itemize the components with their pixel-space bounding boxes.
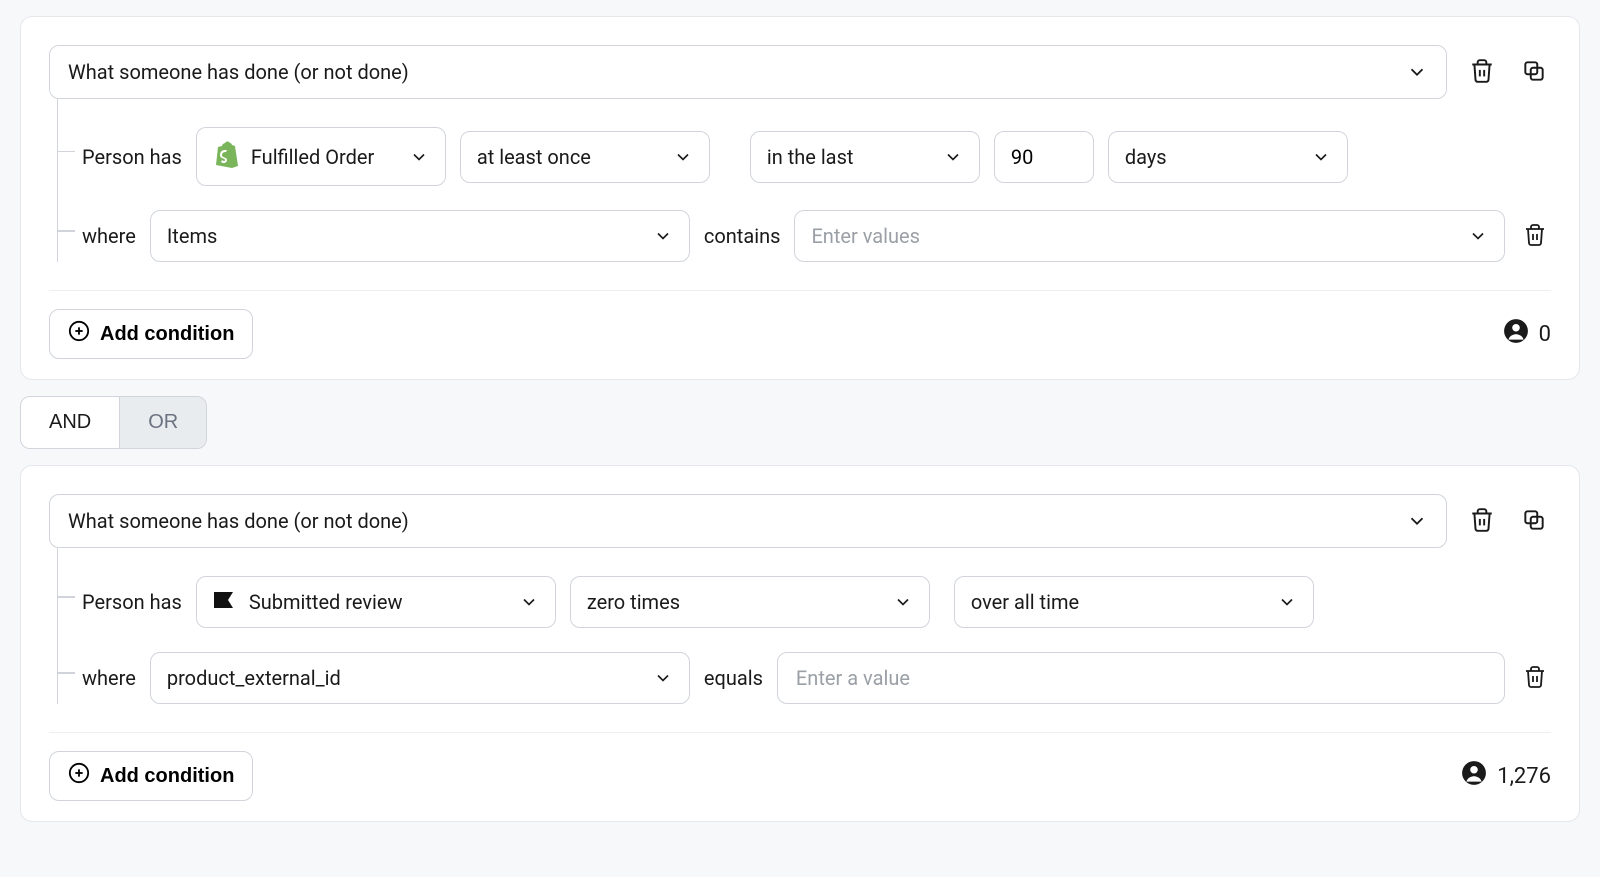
delete-where-button[interactable] [1519, 219, 1551, 254]
condition-type-label: What someone has done (or not done) [68, 60, 409, 84]
clone-group-button[interactable] [1517, 54, 1551, 91]
condition-group-card: What someone has done (or not done) Pers… [20, 16, 1580, 380]
timeframe-value-input[interactable] [994, 131, 1094, 183]
add-condition-button[interactable]: Add condition [49, 309, 253, 359]
where-label: where [82, 224, 136, 248]
clone-group-button[interactable] [1517, 503, 1551, 540]
frequency-label: zero times [587, 590, 680, 614]
chevron-down-icon [519, 592, 539, 612]
trash-icon [1469, 507, 1495, 536]
timeframe-mode-label: over all time [971, 590, 1079, 614]
profile-count: 1,276 [1461, 760, 1551, 792]
profile-count-value: 0 [1539, 322, 1551, 347]
condition-type-select[interactable]: What someone has done (or not done) [49, 45, 1447, 99]
logic-and-button[interactable]: AND [21, 397, 120, 448]
delete-group-button[interactable] [1465, 503, 1499, 540]
profile-count: 0 [1503, 318, 1551, 350]
where-row: where Items contains Enter values [58, 186, 1551, 262]
logic-or-button[interactable]: OR [120, 397, 206, 448]
add-condition-button[interactable]: Add condition [49, 751, 253, 801]
chevron-down-icon [653, 668, 673, 688]
flag-icon [213, 590, 237, 614]
where-value-select[interactable]: Enter values [794, 210, 1505, 262]
timeframe-mode-select[interactable]: over all time [954, 576, 1314, 628]
plus-circle-icon [68, 762, 90, 790]
person-icon [1503, 318, 1529, 350]
chevron-down-icon [943, 147, 963, 167]
group-footer: Add condition 0 [49, 309, 1551, 359]
where-row: where product_external_id equals [58, 628, 1551, 704]
event-label: Fulfilled Order [251, 145, 374, 169]
add-condition-label: Add condition [100, 765, 234, 788]
timeframe-unit-label: days [1125, 145, 1167, 169]
condition-type-row: What someone has done (or not done) [49, 45, 1551, 99]
add-condition-label: Add condition [100, 323, 234, 346]
person-icon [1461, 760, 1487, 792]
where-value-input[interactable] [777, 652, 1505, 704]
event-select[interactable]: Submitted review [196, 576, 556, 628]
chevron-down-icon [1311, 147, 1331, 167]
frequency-select[interactable]: at least once [460, 131, 710, 183]
logic-toggle: AND OR [20, 396, 207, 449]
timeframe-unit-select[interactable]: days [1108, 131, 1348, 183]
timeframe-mode-select[interactable]: in the last [750, 131, 980, 183]
chevron-down-icon [653, 226, 673, 246]
plus-circle-icon [68, 320, 90, 348]
condition-type-select[interactable]: What someone has done (or not done) [49, 494, 1447, 548]
where-label: where [82, 666, 136, 690]
divider [49, 732, 1551, 733]
group-footer: Add condition 1,276 [49, 751, 1551, 801]
chevron-down-icon [1406, 510, 1428, 532]
person-has-row: Person has Submitted review zero times o… [58, 552, 1551, 628]
delete-group-button[interactable] [1465, 54, 1499, 91]
where-operator-label: equals [704, 666, 763, 690]
person-has-label: Person has [82, 590, 182, 614]
trash-icon [1469, 58, 1495, 87]
where-property-label: product_external_id [167, 666, 341, 690]
where-property-select[interactable]: Items [150, 210, 690, 262]
copy-icon [1521, 507, 1547, 536]
person-has-label: Person has [82, 145, 182, 169]
where-property-select[interactable]: product_external_id [150, 652, 690, 704]
chevron-down-icon [893, 592, 913, 612]
chevron-down-icon [409, 147, 429, 167]
frequency-label: at least once [477, 145, 591, 169]
condition-type-label: What someone has done (or not done) [68, 509, 409, 533]
person-has-row: Person has Fulfilled Order at least once… [58, 103, 1551, 186]
shopify-icon [213, 140, 239, 173]
chevron-down-icon [1277, 592, 1297, 612]
event-label: Submitted review [249, 590, 403, 614]
chevron-down-icon [673, 147, 693, 167]
profile-count-value: 1,276 [1497, 764, 1551, 789]
chevron-down-icon [1468, 226, 1488, 246]
divider [49, 290, 1551, 291]
where-property-label: Items [167, 224, 217, 248]
condition-tree: Person has Submitted review zero times o… [57, 548, 1551, 704]
copy-icon [1521, 58, 1547, 87]
frequency-select[interactable]: zero times [570, 576, 930, 628]
delete-where-button[interactable] [1519, 661, 1551, 696]
condition-type-row: What someone has done (or not done) [49, 494, 1551, 548]
where-operator-label: contains [704, 224, 781, 248]
where-value-placeholder: Enter values [811, 224, 920, 248]
trash-icon [1523, 665, 1547, 692]
condition-group-card: What someone has done (or not done) Pers… [20, 465, 1580, 822]
chevron-down-icon [1406, 61, 1428, 83]
event-select[interactable]: Fulfilled Order [196, 127, 446, 186]
timeframe-mode-label: in the last [767, 145, 854, 169]
condition-tree: Person has Fulfilled Order at least once… [57, 99, 1551, 262]
trash-icon [1523, 223, 1547, 250]
